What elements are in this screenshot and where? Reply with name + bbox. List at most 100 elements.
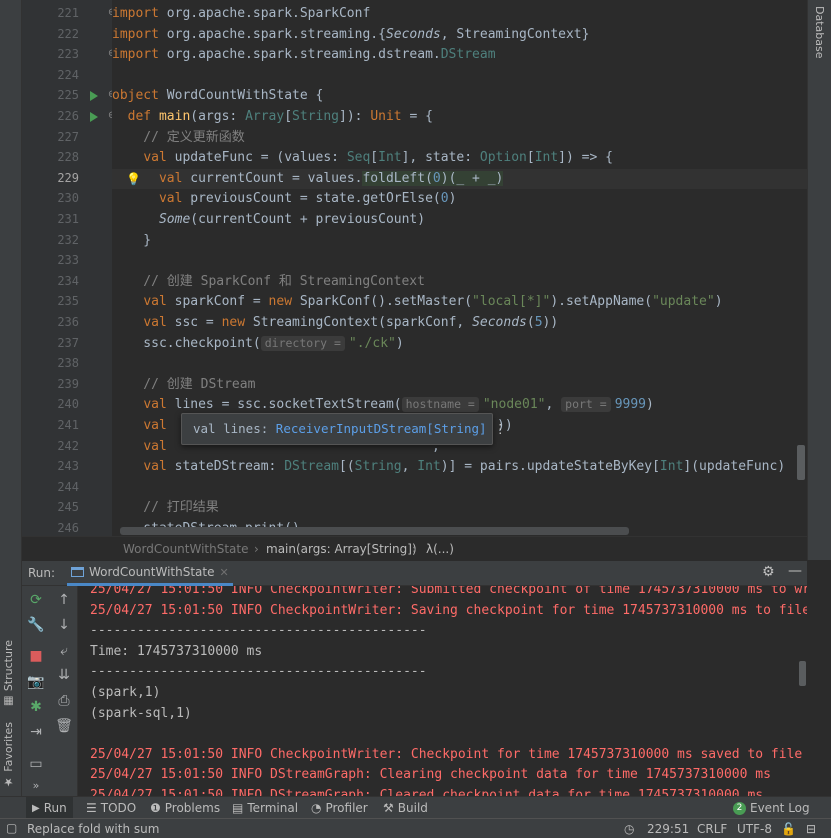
event-log-button[interactable]: 2 Event Log: [733, 801, 810, 815]
code-line[interactable]: [112, 251, 807, 272]
gutter-line[interactable]: 230: [22, 189, 112, 210]
arrow-down-icon[interactable]: ↓: [54, 617, 74, 633]
more-options-icon[interactable]: ⋮: [494, 421, 507, 436]
gutter-line[interactable]: 240: [22, 395, 112, 416]
gutter-line[interactable]: 226⊖: [22, 107, 116, 128]
code-line[interactable]: // 打印结果: [112, 498, 807, 519]
database-tab-label: Database: [813, 6, 826, 59]
gutter-line[interactable]: 224: [22, 66, 112, 87]
trash-icon[interactable]: 🗑: [54, 718, 74, 734]
caret-position[interactable]: 229:51: [647, 822, 689, 836]
print-icon[interactable]: ⎙: [54, 693, 74, 709]
code-line[interactable]: [112, 478, 807, 499]
gutter-line[interactable]: 229: [22, 169, 112, 190]
gutter-line[interactable]: 228: [22, 148, 112, 169]
toggle-tool-windows-icon[interactable]: ▢: [6, 821, 17, 835]
terminal-tool-button[interactable]: ▤ Terminal: [232, 801, 298, 815]
gutter-line[interactable]: 227: [22, 128, 112, 149]
console-scrollbar[interactable]: [799, 661, 806, 686]
code-line[interactable]: val currentCount = values.foldLeft(0)(_ …: [112, 168, 807, 190]
code-line[interactable]: val previousCount = state.getOrElse(0): [112, 189, 807, 210]
build-tool-button[interactable]: ⚒ Build: [383, 801, 428, 815]
git-icon[interactable]: ⊟: [806, 822, 816, 836]
breadcrumb-method[interactable]: main(args: Array[String]): [266, 542, 417, 556]
problems-tool-button[interactable]: ❶ Problems: [150, 801, 220, 815]
code-line[interactable]: val ssc = new StreamingContext(sparkConf…: [112, 313, 807, 334]
breadcrumb-object[interactable]: WordCountWithState: [123, 542, 249, 556]
gutter-line[interactable]: 235: [22, 292, 112, 313]
todo-tool-button[interactable]: ☰ TODO: [86, 801, 136, 815]
run-tab[interactable]: WordCountWithState ✕: [67, 561, 233, 586]
soft-wrap-icon[interactable]: ⤶: [54, 643, 74, 659]
editor-gutter[interactable]: 221⊖222 223⊖224 225⊖226⊖227 228 229 230 231 232…: [22, 0, 116, 536]
gutter-line[interactable]: 234: [22, 272, 112, 293]
lock-icon[interactable]: 🔓: [781, 822, 796, 836]
gear-icon[interactable]: ⚙: [762, 564, 775, 580]
gutter-line[interactable]: 231: [22, 210, 112, 231]
code-line[interactable]: val updateFunc = (values: Seq[Int], stat…: [112, 148, 807, 169]
debug-icon[interactable]: ✱: [26, 699, 46, 715]
gutter-line[interactable]: 239: [22, 375, 112, 396]
gutter-line[interactable]: 243: [22, 457, 112, 478]
code-line[interactable]: [112, 354, 807, 375]
list-icon: ☰: [86, 801, 97, 815]
lightbulb-icon[interactable]: 💡: [126, 169, 141, 190]
gutter-line[interactable]: 236: [22, 313, 112, 334]
code-line[interactable]: ssc.checkpoint(directory = "./ck"): [112, 334, 807, 355]
minimize-icon[interactable]: —: [788, 563, 802, 579]
layout-icon[interactable]: ▭: [26, 756, 46, 772]
favorites-tab-label: Favorites: [2, 722, 15, 772]
editor-horizontal-scrollbar[interactable]: [120, 527, 629, 535]
terminal-tool-label: Terminal: [247, 801, 299, 815]
exit-icon[interactable]: ⇥: [26, 724, 46, 740]
code-line[interactable]: Some(currentCount + previousCount): [112, 210, 807, 231]
gutter-line[interactable]: 241: [22, 416, 112, 437]
code-line[interactable]: import org.apache.spark.SparkConf: [112, 4, 807, 25]
code-line[interactable]: [112, 66, 807, 87]
rerun-icon[interactable]: ⟳: [26, 592, 46, 608]
stop-icon[interactable]: ■: [26, 648, 46, 664]
code-editor[interactable]: import org.apache.spark.SparkConf import …: [112, 0, 807, 536]
gutter-line[interactable]: 223⊖: [22, 45, 116, 66]
camera-icon[interactable]: 📷: [26, 674, 46, 690]
editor-vertical-scrollbar[interactable]: [797, 445, 805, 480]
code-line[interactable]: }: [112, 231, 807, 252]
structure-tab[interactable]: ▦ Structure: [2, 640, 15, 708]
database-tab[interactable]: Database: [813, 6, 826, 59]
gutter-line[interactable]: 242: [22, 437, 112, 458]
code-line[interactable]: // 创建 DStream: [112, 375, 807, 396]
console-output[interactable]: 25/04/27 15:01:50 INFO CheckpointWriter:…: [78, 586, 807, 796]
code-line[interactable]: val stateDStream: DStream[(String, Int)]…: [112, 457, 807, 478]
gutter-line[interactable]: 244: [22, 478, 112, 499]
line-number: 224: [57, 67, 79, 82]
gutter-line[interactable]: 238: [22, 354, 112, 375]
more-icon[interactable]: »: [26, 779, 46, 792]
run-tool-button[interactable]: ▶ Run: [26, 797, 73, 819]
run-gutter-icon[interactable]: [90, 112, 98, 122]
scroll-to-end-icon[interactable]: ⇊: [54, 667, 74, 683]
gutter-line[interactable]: 222: [22, 25, 112, 46]
close-icon[interactable]: ✕: [220, 566, 229, 579]
favorites-tab[interactable]: ★ Favorites: [2, 722, 15, 789]
gutter-line[interactable]: 221⊖: [22, 4, 116, 25]
wrench-icon[interactable]: 🔧: [26, 617, 46, 633]
gutter-line[interactable]: 233: [22, 251, 112, 272]
gutter-line[interactable]: 245: [22, 498, 112, 519]
code-line[interactable]: object WordCountWithState {: [112, 86, 807, 107]
gutter-line[interactable]: 232: [22, 231, 112, 252]
line-number: 236: [57, 315, 79, 329]
breadcrumb-lambda[interactable]: λ(...): [426, 542, 454, 556]
file-encoding[interactable]: UTF-8: [737, 822, 772, 836]
code-line[interactable]: def main(args: Array[String]): Unit = {: [112, 107, 807, 128]
line-separator[interactable]: CRLF: [697, 822, 727, 836]
code-line[interactable]: import org.apache.spark.streaming.{Secon…: [112, 25, 807, 46]
profiler-tool-button[interactable]: ◔ Profiler: [311, 801, 368, 815]
arrow-up-icon[interactable]: ↑: [54, 592, 74, 608]
code-line[interactable]: import org.apache.spark.streaming.dstrea…: [112, 45, 807, 66]
code-line[interactable]: val sparkConf = new SparkConf().setMaste…: [112, 292, 807, 313]
code-line[interactable]: // 创建 SparkConf 和 StreamingContext: [112, 272, 807, 293]
gutter-line[interactable]: 237: [22, 334, 112, 355]
run-gutter-icon[interactable]: [90, 91, 98, 102]
code-line[interactable]: // 定义更新函数: [112, 128, 807, 149]
gutter-line[interactable]: 225⊖: [22, 86, 116, 107]
